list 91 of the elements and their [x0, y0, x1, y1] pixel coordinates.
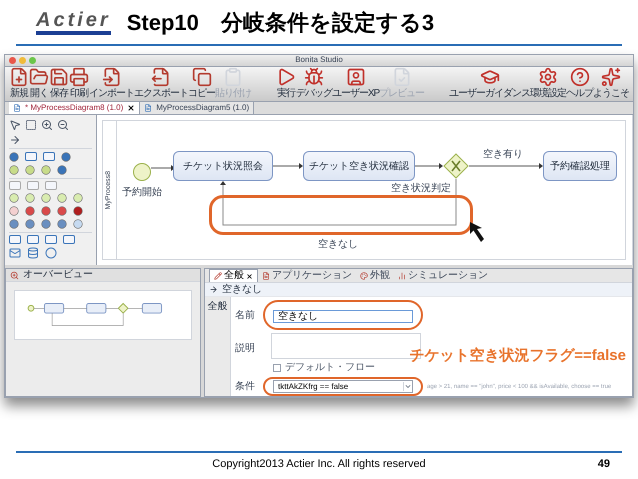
bug-icon	[304, 67, 324, 88]
copyright-text: Copyright2013 Actier Inc. All rights reserved	[212, 456, 426, 472]
palette-icon	[360, 272, 368, 280]
magnifier-icon	[10, 270, 19, 280]
diagram-file-icon	[144, 104, 152, 112]
node-label: 空き状況判定	[391, 182, 451, 196]
start-event	[133, 163, 151, 181]
help-icon	[570, 67, 590, 88]
window-title: Bonita Studio	[295, 54, 343, 66]
toolbar-button[interactable]: ようこそ	[593, 67, 629, 100]
checkbox-label: デフォルト・フロー	[285, 362, 375, 374]
task-icon[interactable]	[43, 152, 55, 161]
toolbar-button[interactable]: ユーザーガイダンス	[449, 67, 530, 100]
zoom-in-icon[interactable]	[41, 119, 53, 131]
toolbar-button[interactable]: ユーザーXP	[332, 67, 380, 100]
field-label: 説明	[235, 342, 256, 356]
diagram-file-icon	[13, 104, 21, 112]
chart-icon	[398, 272, 406, 280]
default-flow-checkbox[interactable]	[273, 364, 281, 372]
flow-arrow	[150, 165, 175, 171]
flow-icon	[209, 285, 218, 294]
annotation: チケット空き状況フラグ==false	[409, 346, 626, 366]
file-export-icon	[151, 67, 171, 88]
gateway-diamond	[443, 153, 469, 179]
connector-icon[interactable]	[9, 134, 21, 146]
task-icon[interactable]	[9, 235, 21, 244]
file-plus-icon	[9, 67, 29, 88]
database-icon[interactable]	[27, 247, 39, 259]
flow-arrow	[414, 163, 443, 169]
tab-label: 全般	[224, 270, 244, 282]
panel-title: オーバービュー	[23, 269, 93, 281]
flow-arrow	[272, 163, 303, 169]
toolbar-button[interactable]: 実行	[276, 67, 296, 100]
editor-tab[interactable]: MyProcessDiagram5 (1.0)	[140, 102, 254, 114]
clipboard-icon	[223, 67, 243, 88]
printer-icon	[69, 67, 89, 88]
event-icon[interactable]	[45, 247, 57, 259]
document-icon	[262, 272, 270, 280]
section-heading: 空きなし	[222, 284, 262, 296]
slide-title: Step10 分岐条件を設定する3	[126, 8, 434, 37]
user-icon	[346, 67, 366, 88]
toolbar-button[interactable]: エクスポート	[134, 67, 188, 100]
editor-tab[interactable]: * MyProcessDiagram8 (1.0)	[9, 102, 140, 114]
task-node: 予約確認処理	[543, 151, 617, 181]
close-icon[interactable]	[246, 272, 253, 280]
tab-label: * MyProcessDiagram8 (1.0)	[25, 102, 124, 114]
document-check-icon	[392, 67, 412, 88]
field-label: 条件	[235, 380, 256, 394]
logo: Actier	[36, 9, 111, 35]
toolbar-button[interactable]: 新規	[9, 67, 29, 100]
gear-icon	[538, 67, 558, 88]
task-icon[interactable]	[27, 235, 39, 244]
file-import-icon	[102, 67, 122, 88]
task-icon[interactable]	[45, 235, 57, 244]
toolbar-button[interactable]: コピー	[188, 67, 215, 100]
tab-label: MyProcessDiagram5 (1.0)	[156, 102, 250, 114]
toolbar-button[interactable]: インポート	[89, 67, 134, 100]
task-icon[interactable]	[25, 152, 37, 161]
tab-label: アプリケーション	[272, 270, 352, 282]
properties-tab[interactable]: アプリケーション	[258, 269, 356, 282]
flow-label: 空き有り	[483, 148, 523, 162]
toolbar-button[interactable]: 開く	[29, 67, 49, 100]
tab-label: 外観	[370, 270, 390, 282]
toolbar-button[interactable]: 印刷	[69, 67, 89, 100]
dropdown-icon[interactable]	[403, 382, 412, 391]
mail-icon[interactable]	[9, 247, 21, 259]
field-label: 名前	[235, 308, 256, 322]
pencil-icon	[214, 272, 222, 280]
node-label: 予約開始	[122, 186, 162, 200]
toolbar-button[interactable]: 保存	[49, 67, 69, 100]
task-icon[interactable]	[63, 235, 75, 244]
zoom-out-icon[interactable]	[57, 119, 69, 131]
task-node: チケット状況照会	[173, 151, 273, 181]
properties-tab[interactable]: 外観	[356, 269, 394, 282]
page-number: 49	[598, 456, 610, 472]
toolbar-button[interactable]: デバッグ	[296, 67, 332, 100]
marquee-icon[interactable]	[25, 119, 37, 131]
properties-tab[interactable]: 全般	[209, 269, 258, 282]
toolbar-button[interactable]: ヘルプ	[566, 67, 593, 100]
task-node: チケット空き状況確認	[303, 151, 415, 181]
copy-icon	[192, 67, 212, 88]
flow-label: 空きなし	[318, 238, 358, 252]
side-tab[interactable]: 全般	[208, 301, 228, 313]
folder-icon	[29, 67, 49, 88]
pointer-icon[interactable]	[9, 119, 21, 131]
condition-combo[interactable]: tkttAkZKfrg == false	[273, 380, 413, 393]
tab-label: シミュレーション	[408, 270, 488, 282]
close-icon[interactable]	[127, 104, 136, 112]
toolbar-button[interactable]: 環境設定	[530, 67, 566, 100]
properties-tab[interactable]: シミュレーション	[394, 269, 492, 282]
sparkle-icon	[601, 67, 621, 88]
